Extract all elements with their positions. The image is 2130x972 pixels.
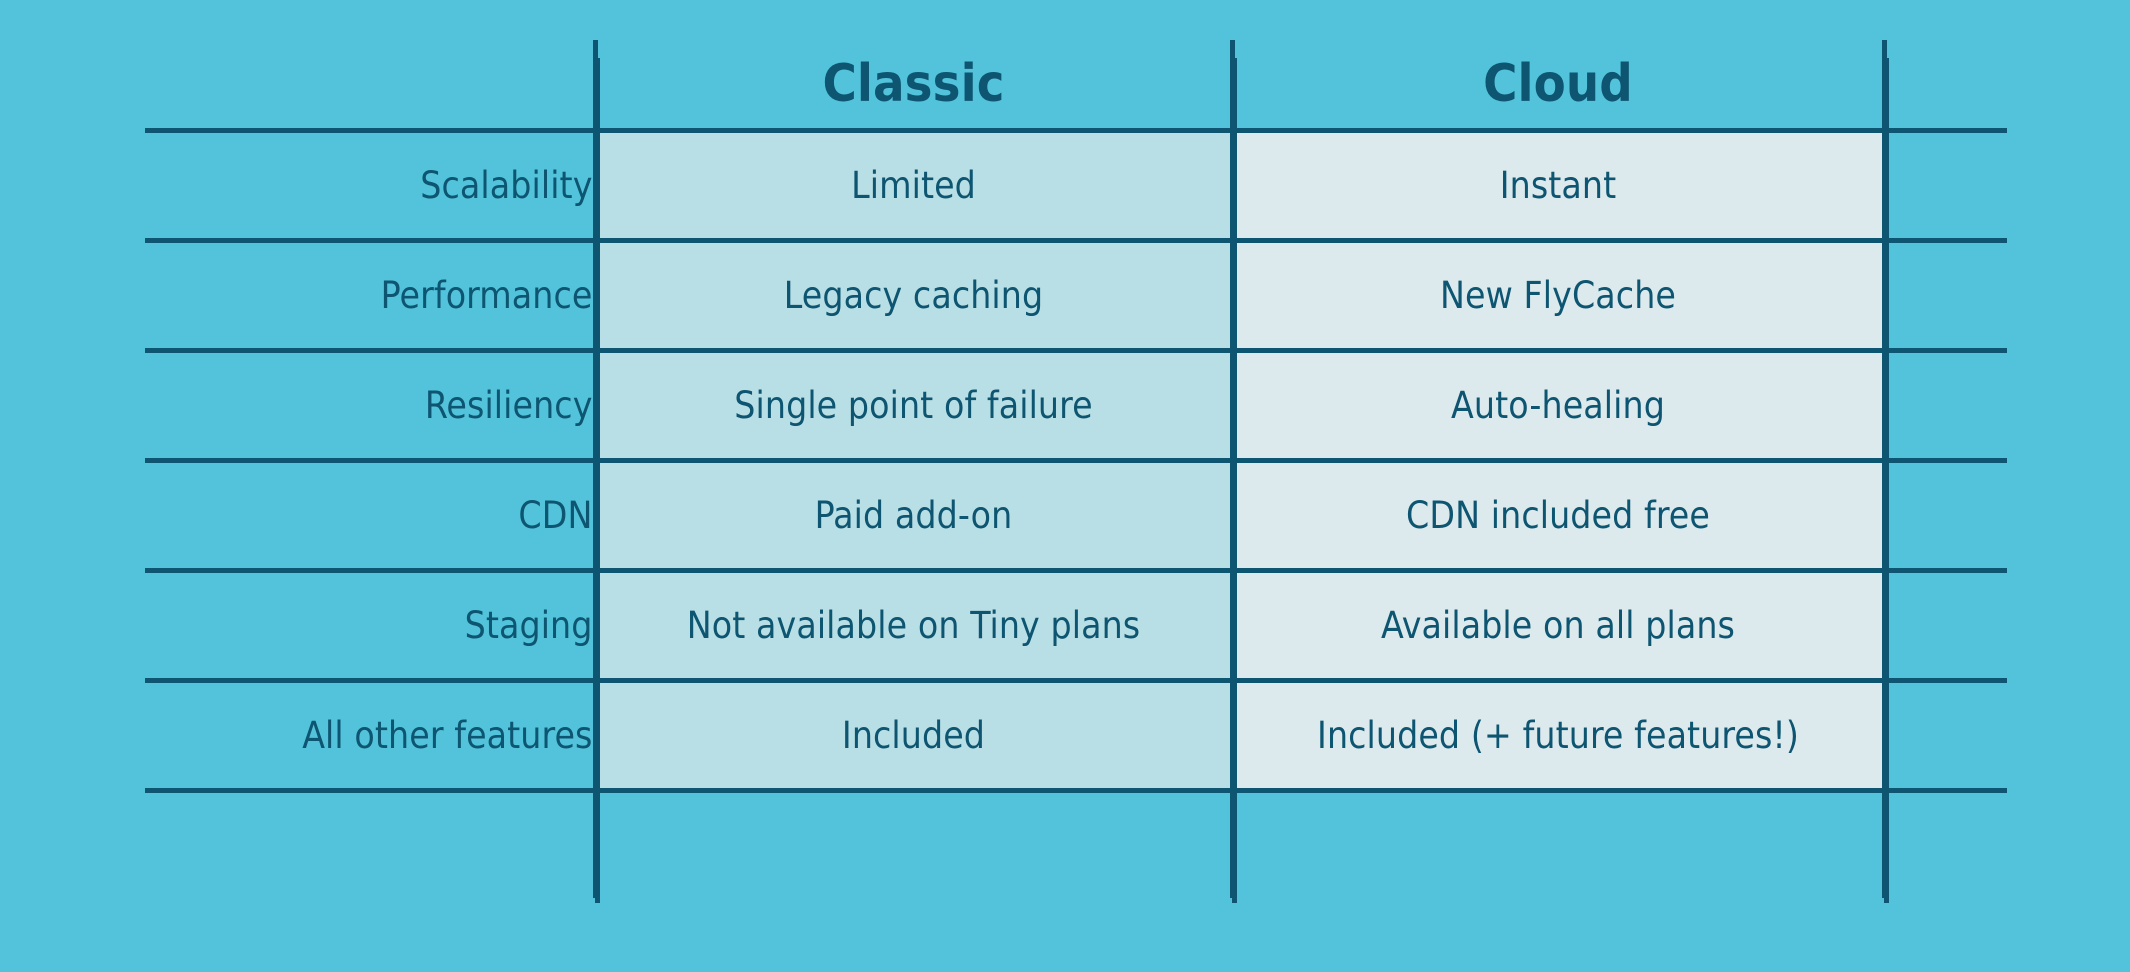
comparison-table-container: Classic Cloud Scalability Limited Instan… xyxy=(0,0,2130,972)
cloud-value: New FlyCache xyxy=(1232,238,1887,351)
classic-value: Not available on Tiny plans xyxy=(592,568,1235,681)
table-row: Resiliency Single point of failure Auto-… xyxy=(145,348,2007,461)
feature-label: All other features xyxy=(145,678,595,791)
cloud-value: Instant xyxy=(1232,128,1887,241)
extra-cell xyxy=(1884,678,2007,791)
column-header-cloud: Cloud xyxy=(1232,40,1887,131)
trailing-cloud-cell xyxy=(1232,788,1887,898)
extra-cell xyxy=(1884,568,2007,681)
column-divider-cloud-right xyxy=(1884,58,1889,903)
column-header-classic: Classic xyxy=(592,40,1235,131)
feature-label: Scalability xyxy=(145,128,595,241)
cloud-value: Available on all plans xyxy=(1232,568,1887,681)
table-header-row: Classic Cloud xyxy=(145,40,2007,131)
table-row: Staging Not available on Tiny plans Avai… xyxy=(145,568,2007,681)
extra-cell xyxy=(1884,128,2007,241)
table-trailing-row xyxy=(145,788,2007,898)
plan-comparison-table: Classic Cloud Scalability Limited Instan… xyxy=(145,40,2007,898)
classic-value: Included xyxy=(592,678,1235,791)
extra-cell xyxy=(1884,348,2007,461)
header-extra-blank xyxy=(1884,40,2007,131)
feature-label: Performance xyxy=(145,238,595,351)
feature-label: CDN xyxy=(145,458,595,571)
classic-value: Single point of failure xyxy=(592,348,1235,461)
trailing-classic-cell xyxy=(592,788,1235,898)
feature-label: Resiliency xyxy=(145,348,595,461)
header-feature-blank xyxy=(145,40,595,131)
trailing-extra-cell xyxy=(1884,788,2007,898)
classic-value: Limited xyxy=(592,128,1235,241)
extra-cell xyxy=(1884,238,2007,351)
column-divider-classic-right xyxy=(1232,58,1237,903)
classic-value: Paid add-on xyxy=(592,458,1235,571)
cloud-value: Included (+ future features!) xyxy=(1232,678,1887,791)
classic-value: Legacy caching xyxy=(592,238,1235,351)
extra-cell xyxy=(1884,458,2007,571)
table-row: CDN Paid add-on CDN included free xyxy=(145,458,2007,571)
column-divider-classic-left xyxy=(595,58,600,903)
feature-label: Staging xyxy=(145,568,595,681)
trailing-feature-cell xyxy=(145,788,595,898)
table-row: All other features Included Included (+ … xyxy=(145,678,2007,791)
table-row: Performance Legacy caching New FlyCache xyxy=(145,238,2007,351)
table-row: Scalability Limited Instant xyxy=(145,128,2007,241)
cloud-value: CDN included free xyxy=(1232,458,1887,571)
cloud-value: Auto-healing xyxy=(1232,348,1887,461)
